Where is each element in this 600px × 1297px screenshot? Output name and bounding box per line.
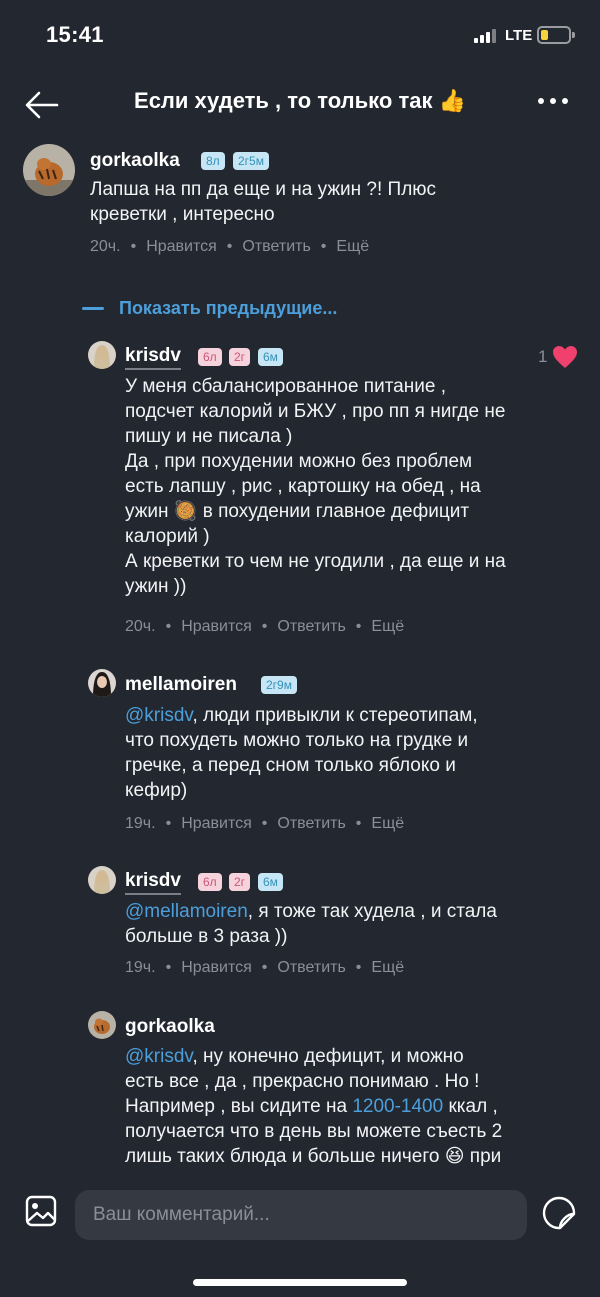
battery-tip xyxy=(572,32,575,38)
mention-link[interactable]: @krisdv xyxy=(125,1046,193,1067)
like-link[interactable]: Нравится xyxy=(181,618,252,636)
calorie-range: 1200-1400 xyxy=(352,1096,444,1117)
comment-text: Лапша на пп да еще и на ужин ?! Плюс кре… xyxy=(90,179,437,225)
arrow-left-icon xyxy=(25,91,59,119)
heart-icon[interactable] xyxy=(552,345,578,369)
avatar[interactable] xyxy=(88,669,116,697)
mention-link[interactable]: @krisdv xyxy=(125,705,193,726)
sticker-button[interactable] xyxy=(540,1194,578,1232)
image-icon xyxy=(25,1195,57,1227)
more-link[interactable]: Ещё xyxy=(371,815,404,833)
mention-link[interactable]: @mellamoiren xyxy=(125,901,248,922)
person-avatar-icon xyxy=(88,866,116,894)
show-previous-label: Показать предыдущие... xyxy=(119,298,338,318)
comment-username[interactable]: krisdv xyxy=(125,870,181,895)
show-previous-button[interactable]: Показать предыдущие... xyxy=(82,298,337,319)
comment-time: 19ч. xyxy=(125,959,156,976)
badge: 2г xyxy=(229,873,251,891)
status-bar: 15:41 LTE xyxy=(0,0,600,70)
reply-link[interactable]: Ответить xyxy=(277,959,345,977)
page-title: Если худеть , то только так 👍 xyxy=(134,88,466,113)
comment-username[interactable]: mellamoiren xyxy=(125,674,237,696)
like-link[interactable]: Нравится xyxy=(181,815,252,833)
reply-link[interactable]: Ответить xyxy=(277,618,345,636)
avatar[interactable] xyxy=(88,866,116,894)
divider xyxy=(82,307,104,310)
more-link[interactable]: Ещё xyxy=(371,618,404,636)
reply-link[interactable]: Ответить xyxy=(277,815,345,833)
person-avatar-icon xyxy=(88,669,116,697)
header: Если худеть , то только так 👍 xyxy=(0,80,600,130)
like-count: 1 xyxy=(538,347,548,366)
comment-text: У меня сбалансированное питание , подсче… xyxy=(125,376,506,597)
signal-icon xyxy=(474,28,496,43)
comment-meta: 20ч. • Нравится • Ответить • Ещё xyxy=(90,238,370,256)
network-type: LTE xyxy=(505,27,533,44)
badge: 2г5м xyxy=(233,152,269,170)
badge: 6л xyxy=(198,348,222,366)
comment-username[interactable]: gorkaolka xyxy=(125,1016,215,1038)
person-avatar-icon xyxy=(88,341,116,369)
comment-meta: 20ч. • Нравится • Ответить • Ещё xyxy=(125,618,405,636)
comment-time: 20ч. xyxy=(90,238,121,255)
more-options-button[interactable] xyxy=(538,98,568,104)
tiger-avatar-icon xyxy=(23,144,75,196)
back-button[interactable] xyxy=(24,90,60,120)
more-link[interactable]: Ещё xyxy=(371,959,404,977)
comment-username[interactable]: krisdv xyxy=(125,345,181,370)
badge: 6л xyxy=(198,873,222,891)
avatar[interactable] xyxy=(88,1011,116,1039)
attach-image-button[interactable] xyxy=(24,1194,58,1228)
tiger-avatar-icon xyxy=(88,1011,116,1039)
badge: 2г9м xyxy=(261,676,297,694)
comment-text: @krisdv, ну конечно дефицит, и можно ест… xyxy=(125,1046,503,1167)
badge: 6м xyxy=(258,348,283,366)
more-link[interactable]: Ещё xyxy=(336,238,369,256)
like-link[interactable]: Нравится xyxy=(181,959,252,977)
comment-text: @mellamoiren, я тоже так худела , и стал… xyxy=(125,901,497,947)
badge: 8л xyxy=(201,152,225,170)
comment-time: 19ч. xyxy=(125,815,156,832)
sticker-icon xyxy=(542,1196,576,1230)
home-indicator xyxy=(193,1279,407,1286)
comment-composer xyxy=(0,1178,600,1253)
avatar[interactable] xyxy=(23,144,75,196)
battery-icon xyxy=(537,26,571,44)
status-time: 15:41 xyxy=(46,22,104,47)
comment-input[interactable] xyxy=(75,1190,527,1240)
badge: 2г xyxy=(229,348,251,366)
badge: 6м xyxy=(258,873,283,891)
comment-time: 20ч. xyxy=(125,618,156,635)
comment-meta: 19ч. • Нравится • Ответить • Ещё xyxy=(125,959,405,977)
comment-meta: 19ч. • Нравится • Ответить • Ещё xyxy=(125,815,405,833)
comment-username[interactable]: gorkaolka xyxy=(90,150,180,172)
avatar[interactable] xyxy=(88,341,116,369)
like-link[interactable]: Нравится xyxy=(146,238,217,256)
comment-text: @krisdv, люди привыкли к стереотипам, чт… xyxy=(125,705,478,801)
reply-link[interactable]: Ответить xyxy=(242,238,310,256)
